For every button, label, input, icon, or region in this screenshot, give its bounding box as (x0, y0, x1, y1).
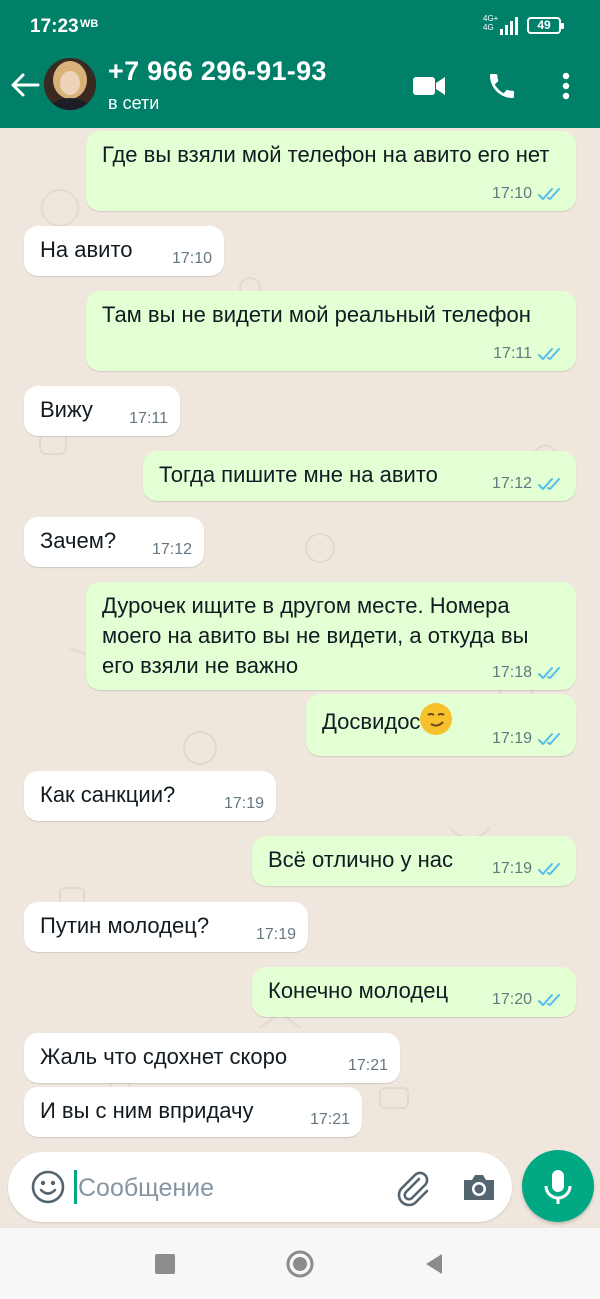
message-incoming[interactable]: Как санкции? 17:19 (24, 771, 276, 821)
more-vert-icon[interactable] (554, 68, 578, 104)
read-ticks-icon (538, 863, 560, 875)
message-meta: 17:19 (224, 795, 264, 813)
contact-status: в сети (108, 93, 160, 113)
message-incoming[interactable]: Зачем? 17:12 (24, 517, 204, 567)
phone-icon[interactable] (486, 70, 518, 102)
emoji-icon[interactable] (30, 1169, 66, 1205)
message-meta: 17:12 (492, 475, 564, 493)
chat-area[interactable]: Где вы взяли мой телефон на авито его не… (0, 128, 600, 1148)
message-time: 17:12 (491, 475, 532, 492)
message-composer (8, 1152, 512, 1222)
home-icon[interactable] (286, 1250, 314, 1278)
message-time: 17:19 (223, 795, 264, 812)
signal-icon (500, 17, 518, 35)
message-meta: 17:11 (129, 410, 168, 428)
read-ticks-icon (538, 478, 560, 490)
video-call-icon[interactable] (412, 72, 446, 100)
message-outgoing[interactable]: Тогда пишите мне на авито 17:12 (143, 451, 576, 501)
message-incoming[interactable]: На авито 17:10 (24, 226, 224, 276)
message-outgoing[interactable]: Где вы взяли мой телефон на авито его не… (86, 131, 576, 211)
message-meta: 17:18 (492, 664, 564, 682)
attach-icon[interactable] (393, 1167, 431, 1207)
message-time: 17:10 (491, 185, 532, 202)
message-time: 17:21 (347, 1057, 388, 1074)
message-time: 17:11 (129, 410, 168, 427)
message-time: 17:19 (255, 926, 296, 943)
message-outgoing[interactable]: Там вы не видети мой реальный телефон 17… (86, 291, 576, 371)
message-text: Конечно молодец (268, 978, 449, 1003)
message-time: 17:11 (493, 345, 532, 362)
message-text: Как санкции? (40, 782, 176, 807)
read-ticks-icon (538, 667, 560, 679)
message-text: Жаль что сдохнет скоро (40, 1044, 288, 1069)
message-meta: 17:12 (152, 541, 192, 559)
network-top: 4G+ (483, 14, 499, 23)
message-text: Вижу (40, 397, 93, 422)
message-time: 17:12 (151, 541, 192, 558)
camera-icon[interactable] (460, 1169, 498, 1205)
message-outgoing[interactable]: Всё отлично у нас 17:19 (252, 836, 576, 886)
read-ticks-icon (538, 348, 560, 360)
message-incoming[interactable]: Путин молодец? 17:19 (24, 902, 308, 952)
message-text: Там вы не видети мой реальный телефон (102, 302, 531, 327)
message-text: Путин молодец? (40, 913, 210, 938)
back-arrow-icon[interactable] (8, 68, 42, 102)
message-meta: 17:20 (492, 991, 564, 1009)
message-meta: 17:21 (310, 1111, 350, 1129)
smirking-face-emoji-icon (420, 703, 453, 735)
message-meta: 17:11 (493, 345, 564, 363)
network-indicator: 4G+ 4G (483, 14, 498, 32)
battery-level: 49 (537, 18, 551, 32)
message-meta: 17:10 (492, 185, 564, 203)
status-time: 17:23 (30, 16, 79, 37)
battery-icon: 49 (527, 17, 564, 34)
message-incoming[interactable]: И вы с ним впридачу 17:21 (24, 1087, 362, 1137)
message-time: 17:18 (491, 664, 532, 681)
message-text: И вы с ним впридачу (40, 1098, 254, 1123)
message-time: 17:21 (309, 1111, 350, 1128)
message-text: Где вы взяли мой телефон на авито его не… (102, 142, 550, 167)
message-time: 17:19 (491, 860, 532, 877)
message-text: Зачем? (40, 528, 117, 553)
read-ticks-icon (538, 733, 560, 745)
message-incoming[interactable]: Вижу 17:11 (24, 386, 180, 436)
message-input[interactable] (76, 1162, 380, 1214)
message-meta: 17:10 (172, 250, 212, 268)
message-time: 17:10 (171, 250, 212, 267)
message-incoming[interactable]: Жаль что сдохнет скоро 17:21 (24, 1033, 400, 1083)
back-triangle-icon[interactable] (424, 1252, 444, 1276)
message-text: Всё отлично у нас (268, 847, 453, 872)
message-text: На авито (40, 237, 133, 262)
mic-button[interactable] (522, 1150, 594, 1222)
message-text: Досвидос (322, 709, 421, 734)
message-meta: 17:19 (492, 730, 564, 748)
read-ticks-icon (538, 994, 560, 1006)
message-text: Дурочек ищите в другом месте. Номера мое… (102, 593, 535, 678)
message-meta: 17:19 (256, 926, 296, 944)
recent-apps-icon[interactable] (155, 1254, 175, 1274)
message-outgoing[interactable]: Конечно молодец 17:20 (252, 967, 576, 1017)
message-time: 17:19 (491, 730, 532, 747)
message-text: Тогда пишите мне на авито (159, 462, 438, 487)
message-meta: 17:19 (492, 860, 564, 878)
contact-name[interactable]: +7 966 296-91-93 (108, 56, 327, 87)
network-bottom: 4G (483, 23, 494, 32)
message-meta: 17:21 (348, 1057, 388, 1075)
read-ticks-icon (538, 188, 560, 200)
avatar[interactable] (44, 58, 96, 110)
status-extra: WB (80, 18, 99, 30)
message-outgoing[interactable]: Дурочек ищите в другом месте. Номера мое… (86, 582, 576, 690)
app-header: 17:23 WB 4G+ 4G 49 +7 966 296-91-93 в се… (0, 0, 600, 128)
message-time: 17:20 (491, 991, 532, 1008)
mic-icon (544, 1170, 572, 1204)
message-outgoing[interactable]: Досвидос 17:19 (306, 694, 576, 756)
